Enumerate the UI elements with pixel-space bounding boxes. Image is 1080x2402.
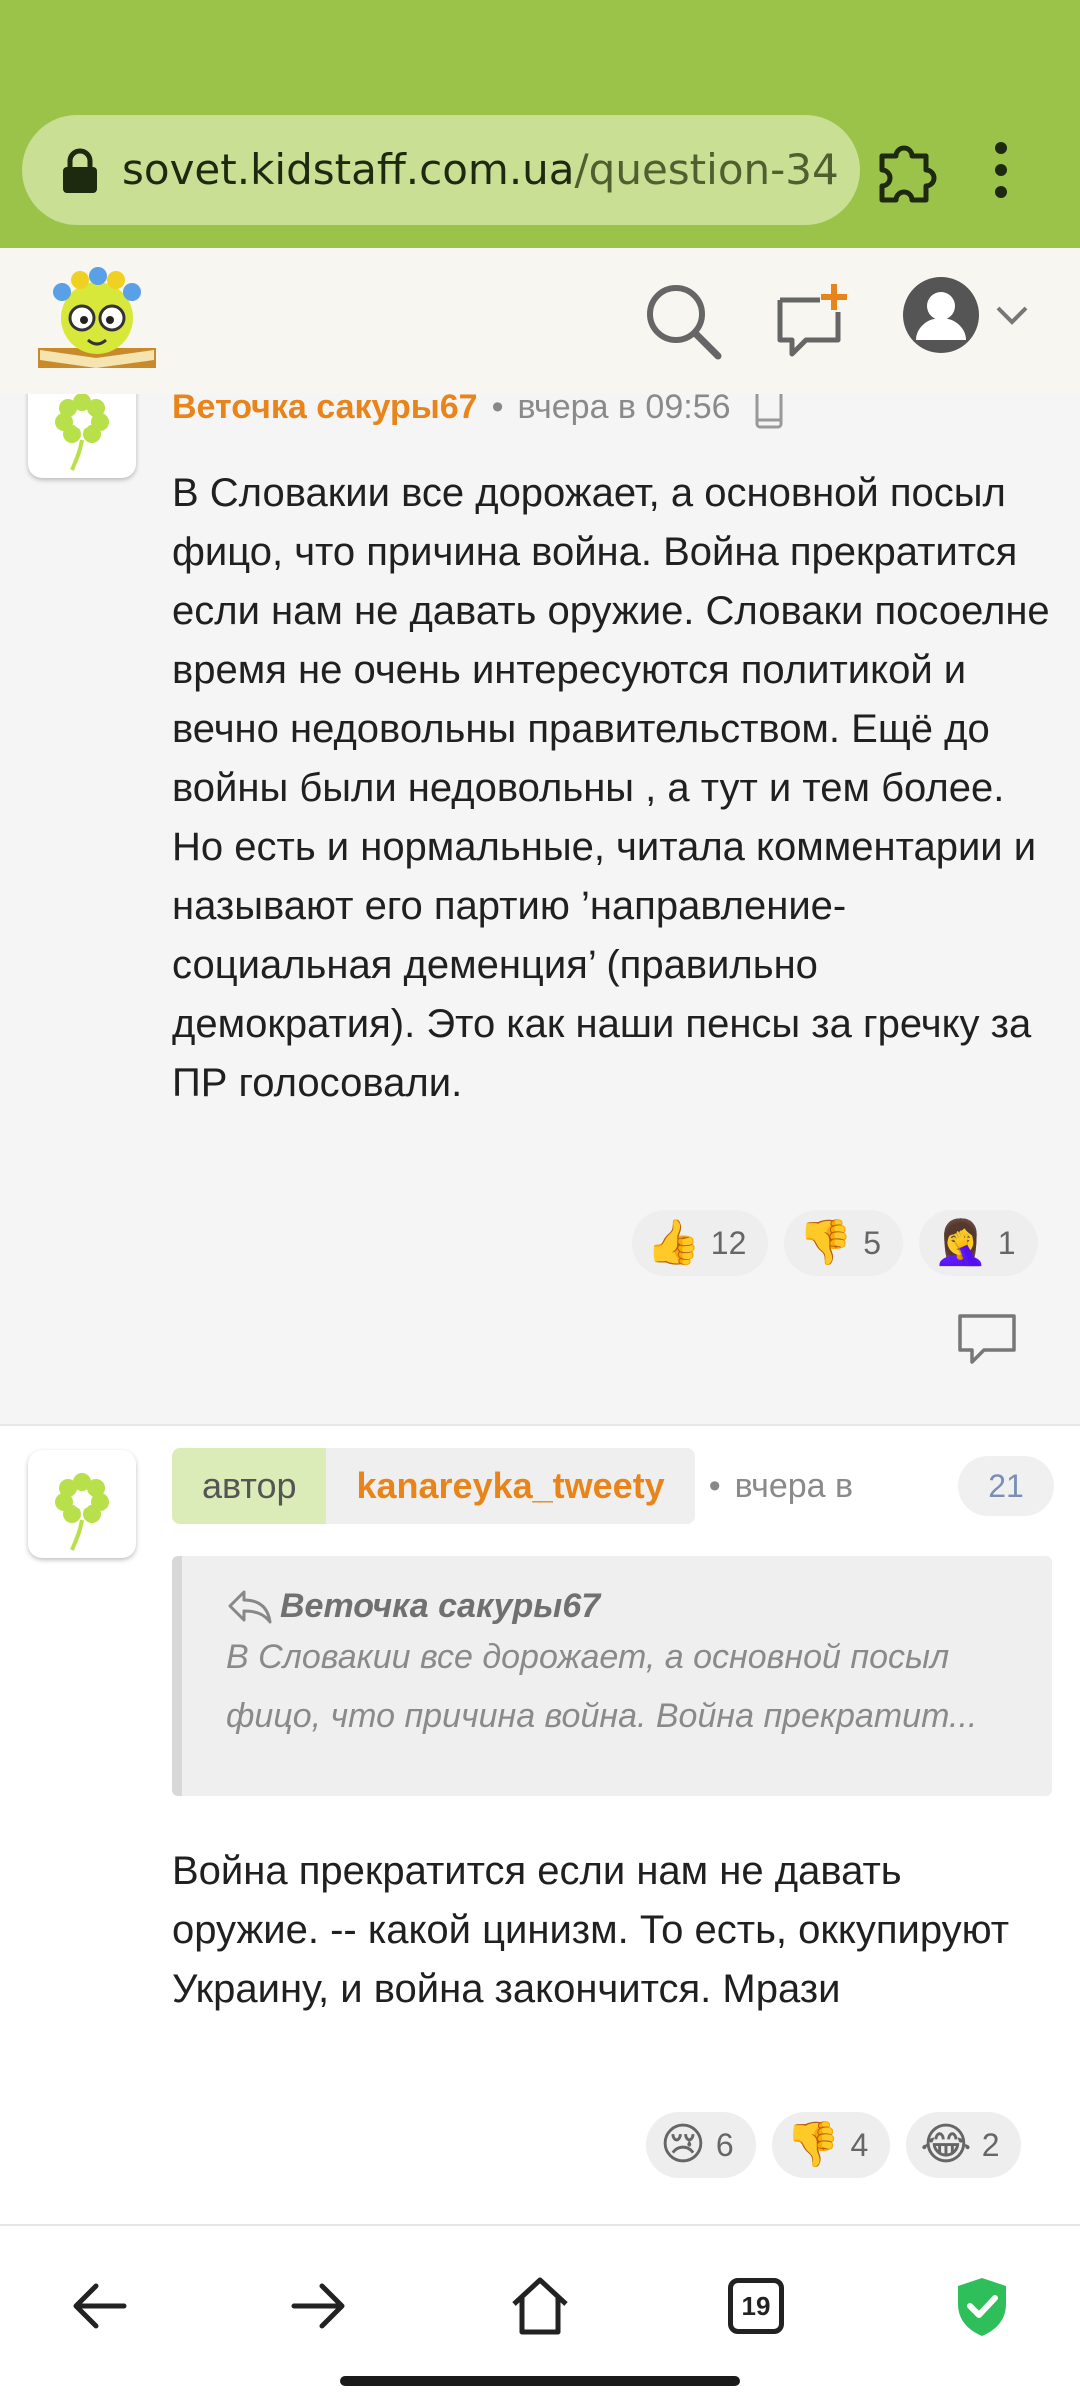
tabs-button[interactable]: 19 bbox=[728, 2278, 784, 2334]
lock-icon bbox=[63, 148, 97, 193]
quoted-reply[interactable]: Веточка сакуры67 В Словакии все дорожает… bbox=[172, 1556, 1052, 1796]
reaction-button[interactable]: 👍 12 bbox=[632, 1210, 769, 1276]
shield-check-icon[interactable] bbox=[950, 2274, 1014, 2338]
comment-time: вчера в 09:56 bbox=[517, 394, 731, 426]
gesture-home-bar[interactable] bbox=[340, 2376, 740, 2386]
forward-arrow-icon[interactable] bbox=[286, 2274, 350, 2338]
thumbs-down-icon: 👎 bbox=[798, 1218, 854, 1267]
url-text: sovet.kidstaff.com.ua/question-3414 bbox=[122, 137, 840, 203]
laughing-face-icon: 😂 bbox=[920, 2120, 972, 2169]
reaction-button[interactable]: 🤦‍♀️ 1 bbox=[918, 1210, 1038, 1276]
separator-dot: • bbox=[491, 394, 504, 426]
browser-toolbar: sovet.kidstaff.com.ua/question-3414 bbox=[0, 0, 1080, 248]
flower-avatar-icon bbox=[55, 1473, 109, 1551]
extensions-icon[interactable] bbox=[868, 130, 948, 210]
user-avatar-icon[interactable] bbox=[900, 274, 982, 356]
reactions: 👍 12 👎 5 🤦‍♀️ 1 bbox=[632, 1210, 1038, 1276]
comment-number-badge: 21 bbox=[958, 1456, 1054, 1516]
quote-header: Веточка сакуры67 bbox=[226, 1584, 1052, 1628]
reaction-button[interactable]: 😂 2 bbox=[906, 2112, 1022, 2178]
comment: Веточка сакуры67 • вчера в 09:56 В Словаки… bbox=[0, 394, 1080, 1424]
comment-meta: Веточка сакуры67 • вчера в 09:56 bbox=[172, 394, 784, 432]
quote-text: В Словакии все дорожает, а основной посы… bbox=[226, 1638, 978, 1735]
comment: автор kanareyka_tweety • вчера в 10: 21 … bbox=[0, 1424, 1080, 2220]
new-topic-icon[interactable] bbox=[772, 280, 852, 360]
crying-face-icon: 😢 bbox=[660, 2120, 706, 2169]
url-domain: sovet.kidstaff.com.ua bbox=[122, 145, 575, 194]
reaction-count: 6 bbox=[715, 2126, 734, 2163]
address-bar[interactable]: sovet.kidstaff.com.ua/question-3414 bbox=[22, 115, 860, 225]
comments-list: Веточка сакуры67 • вчера в 09:56 В Словаки… bbox=[0, 394, 1080, 2220]
reaction-count: 1 bbox=[997, 1224, 1016, 1261]
site-logo[interactable] bbox=[32, 260, 162, 378]
author-name[interactable]: Веточка сакуры67 bbox=[172, 394, 478, 426]
flower-avatar-icon bbox=[55, 394, 109, 471]
reaction-button[interactable]: 😢 6 bbox=[646, 2112, 756, 2178]
reaction-count: 12 bbox=[710, 1224, 747, 1261]
comment-meta: автор kanareyka_tweety • вчера в 10: bbox=[172, 1448, 865, 1524]
author-badge: автор bbox=[172, 1448, 327, 1524]
avatar[interactable] bbox=[28, 1450, 136, 1558]
comment-text: В Словакии все дорожает, а основной посы… bbox=[172, 471, 1050, 1105]
thumbs-up-icon: 👍 bbox=[646, 1218, 701, 1267]
tabs-count: 19 bbox=[741, 2291, 771, 2321]
thumbs-down-icon: 👎 bbox=[785, 2120, 841, 2169]
avatar[interactable] bbox=[28, 394, 136, 478]
chevron-down-icon[interactable] bbox=[992, 296, 1032, 336]
home-icon[interactable] bbox=[508, 2274, 572, 2338]
search-icon[interactable] bbox=[642, 280, 724, 362]
phone-icon bbox=[755, 394, 783, 429]
reaction-count: 5 bbox=[863, 1224, 881, 1261]
more-menu-icon[interactable] bbox=[986, 138, 1016, 202]
reaction-count: 2 bbox=[981, 2126, 1000, 2163]
reply-icon[interactable] bbox=[956, 1312, 1018, 1368]
separator-dot: • bbox=[708, 1466, 721, 1505]
reaction-button[interactable]: 👎 4 bbox=[771, 2112, 891, 2178]
author-name[interactable]: kanareyka_tweety bbox=[326, 1448, 695, 1524]
reaction-count: 4 bbox=[850, 2126, 869, 2163]
reaction-button[interactable]: 👎 5 bbox=[784, 1210, 903, 1276]
url-path: /question-3414 bbox=[574, 145, 840, 194]
author-tag: автор kanareyka_tweety bbox=[172, 1448, 695, 1524]
quote-author: Веточка сакуры67 bbox=[280, 1587, 601, 1625]
reactions: 😢 6 👎 4 😂 2 bbox=[646, 2112, 1022, 2178]
comment-time: вчера в 10: bbox=[734, 1466, 865, 1505]
back-arrow-icon[interactable] bbox=[68, 2274, 132, 2338]
site-header bbox=[0, 248, 1080, 396]
facepalm-icon: 🤦‍♀️ bbox=[932, 1218, 988, 1267]
comment-text: Война прекратится если нам не давать ору… bbox=[172, 1849, 1010, 2011]
bottom-navigation: 19 bbox=[0, 2224, 1080, 2402]
reply-arrow-icon bbox=[228, 1590, 272, 1624]
